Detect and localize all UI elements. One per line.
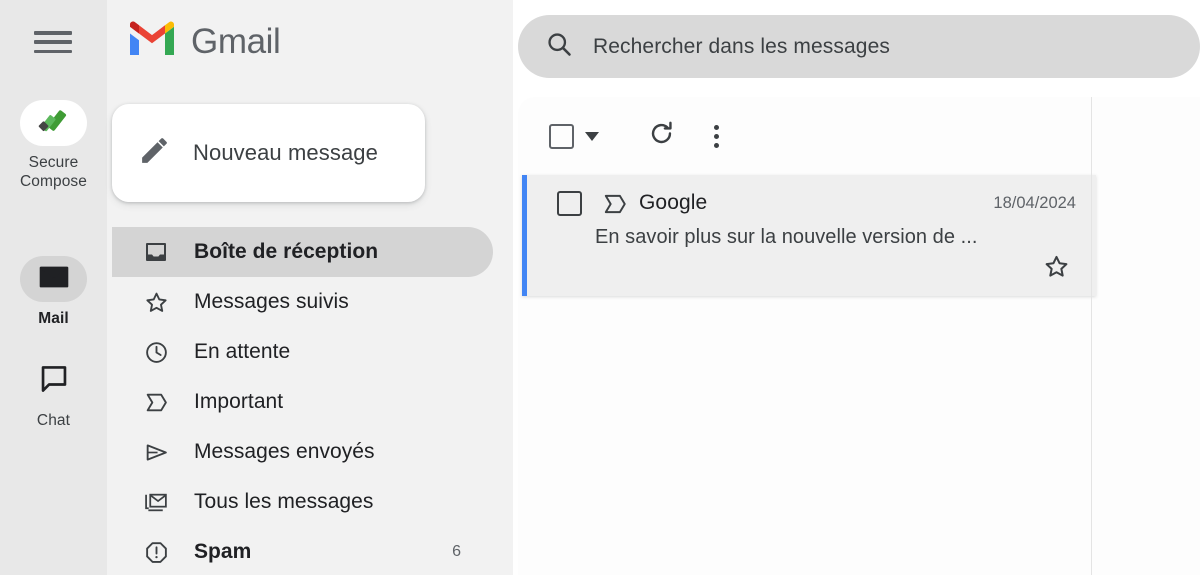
sidebar-item-all-mail[interactable]: Tous les messages: [112, 477, 493, 527]
sidebar-item-label: Boîte de réception: [194, 240, 379, 263]
star-outline-icon[interactable]: [1043, 253, 1070, 285]
search-icon: [545, 30, 573, 63]
compose-button-label: Nouveau message: [193, 140, 378, 165]
gmail-sidebar: Gmail Nouveau message Boîte de réception: [107, 0, 513, 575]
content-area: Rechercher dans les messages Google 18/0…: [513, 0, 1200, 575]
refresh-button[interactable]: [647, 119, 676, 153]
important-icon[interactable]: [602, 191, 628, 222]
search-input[interactable]: Rechercher dans les messages: [518, 15, 1200, 78]
sidebar-item-snoozed[interactable]: En attente: [112, 327, 493, 377]
search-placeholder: Rechercher dans les messages: [593, 34, 890, 58]
rail-item-label: Chat: [36, 412, 71, 429]
rail-item-label: Secure Compose: [19, 154, 88, 190]
email-list-item[interactable]: Google 18/04/2024 En savoir plus sur la …: [522, 175, 1096, 296]
important-icon: [143, 389, 169, 415]
spam-icon: [143, 539, 169, 565]
email-snippet: En savoir plus sur la nouvelle version d…: [595, 226, 978, 248]
gmail-brand-text: Gmail: [191, 21, 281, 61]
gmail-m-logo: [127, 20, 177, 63]
refresh-icon: [647, 119, 676, 153]
rail-pill: [20, 256, 87, 302]
gmail-app-window: Secure Compose Mail Chat Gmail Nouveau m…: [0, 0, 1200, 575]
sidebar-item-starred[interactable]: Messages suivis: [112, 277, 493, 327]
clock-icon: [143, 339, 169, 365]
sidebar-item-spam[interactable]: Spam 6: [112, 527, 493, 575]
pencil-icon: [138, 134, 171, 172]
sidebar-item-label: Messages suivis: [194, 290, 349, 313]
mail-envelope-icon: [38, 264, 70, 295]
panel-divider: [1091, 97, 1092, 575]
email-list-toolbar: [518, 97, 1095, 175]
email-date: 18/04/2024: [993, 194, 1076, 212]
all-mail-icon: [143, 489, 169, 515]
hamburger-bar: [34, 31, 72, 35]
email-checkbox[interactable]: [557, 191, 582, 216]
inbox-icon: [143, 239, 169, 265]
unread-accent-bar: [522, 175, 527, 296]
hamburger-bar: [34, 49, 72, 53]
checkbox-icon: [549, 123, 574, 149]
chat-bubble-icon: [39, 365, 69, 398]
compose-button[interactable]: Nouveau message: [112, 104, 425, 202]
hamburger-bar: [34, 40, 72, 44]
sidebar-item-label: Spam: [194, 540, 252, 563]
rail-item-chat[interactable]: Chat: [0, 358, 107, 430]
sidebar-item-label: En attente: [194, 340, 291, 363]
dot: [714, 133, 719, 139]
sidebar-item-label: Tous les messages: [194, 490, 374, 513]
send-icon: [143, 439, 169, 465]
rail-item-secure-compose[interactable]: Secure Compose: [0, 100, 107, 191]
star-icon: [143, 289, 169, 315]
email-sender: Google: [639, 191, 708, 214]
rail-pill: [20, 358, 87, 404]
select-all-checkbox[interactable]: [549, 123, 574, 149]
sidebar-item-inbox[interactable]: Boîte de réception: [112, 227, 493, 277]
left-icon-rail: Secure Compose Mail Chat: [0, 0, 107, 575]
gmail-brand[interactable]: Gmail: [127, 20, 281, 63]
sidebar-item-important[interactable]: Important: [112, 377, 493, 427]
sidebar-item-label: Messages envoyés: [194, 440, 375, 463]
secure-compose-icon: [36, 106, 72, 141]
rail-pill: [20, 100, 87, 146]
dot: [714, 124, 719, 130]
sidebar-item-count: 6: [452, 543, 461, 560]
rail-item-label: Mail: [38, 310, 69, 327]
chevron-down-icon[interactable]: [585, 131, 599, 141]
email-list-panel: Google 18/04/2024 En savoir plus sur la …: [518, 97, 1200, 575]
sidebar-item-sent[interactable]: Messages envoyés: [112, 427, 493, 477]
sidebar-nav-list: Boîte de réception Messages suivis En at…: [112, 227, 508, 575]
rail-item-mail[interactable]: Mail: [0, 256, 107, 328]
more-vertical-icon[interactable]: [714, 124, 719, 148]
sidebar-item-label: Important: [194, 390, 284, 413]
hamburger-menu-icon[interactable]: [34, 27, 72, 57]
dot: [714, 142, 719, 148]
